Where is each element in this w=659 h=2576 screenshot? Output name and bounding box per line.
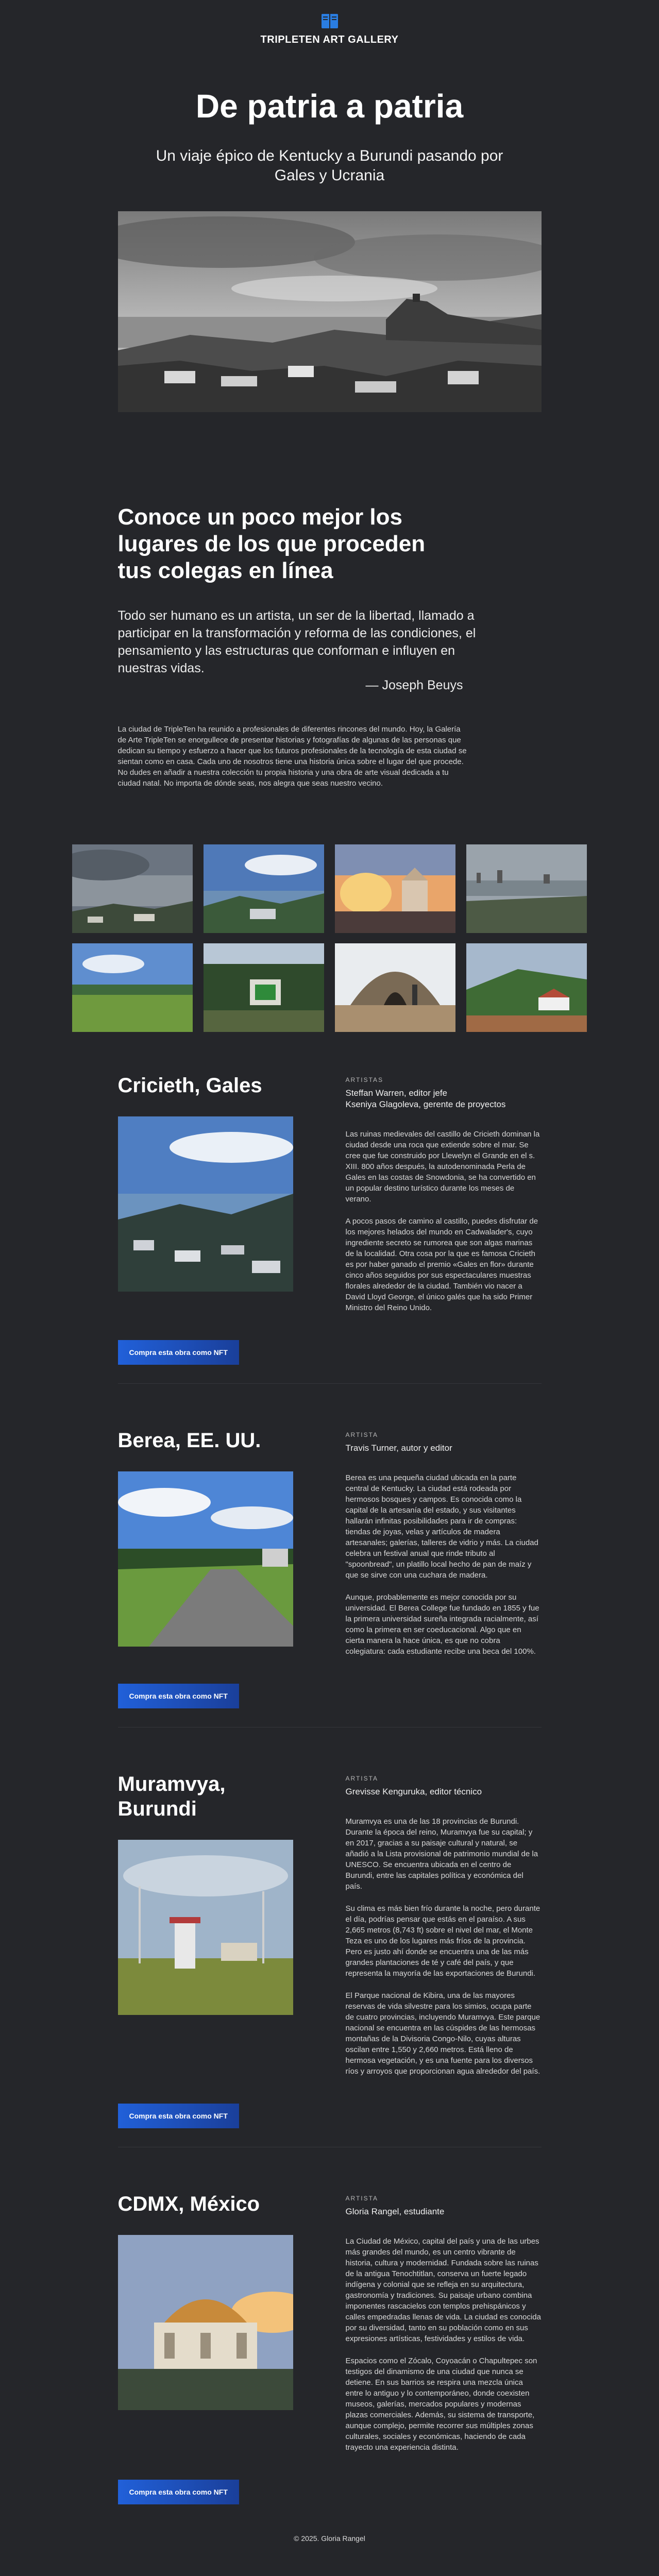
artist-name: Kseniya Glagoleva, gerente de proyectos <box>345 1099 506 1109</box>
place-title: CDMX, México <box>117 2193 260 2215</box>
artists-label: ARTISTAS <box>345 1076 384 1083</box>
gallery-thumb-sunset-church[interactable] <box>334 844 455 933</box>
place-paragraph: El Parque nacional de Kibira, una de las… <box>345 1991 540 2076</box>
intro-title: Conoce un poco mejor los lugares de los … <box>117 504 426 583</box>
artist-name: Steffan Warren, editor jefe <box>345 1088 448 1098</box>
place-cricieth: Cricieth, Gales ARTISTAS Steffan Warren,… <box>117 1032 542 1313</box>
buy-nft-button[interactable]: Compra esta obra como NFT <box>117 2104 239 2128</box>
photo-gallery <box>72 844 587 1032</box>
place-paragraph: Las ruinas medievales del castillo de Cr… <box>345 1130 540 1204</box>
hero-image <box>117 211 542 412</box>
place-image-cricieth <box>117 1116 293 1292</box>
site-title: TRIPLETEN ART GALLERY <box>260 33 399 45</box>
place-berea: Berea, EE. UU. ARTISTA Travis Turner, au… <box>117 1384 542 1657</box>
place-image-berea <box>117 1471 293 1647</box>
hero-section: De patria a patria Un viaje épico de Ken… <box>117 52 542 412</box>
artists-label: ARTISTA <box>345 1431 379 1438</box>
artist-name: Grevisse Kenguruka, editor técnico <box>345 1787 482 1797</box>
place-cdmx: CDMX, México ARTISTA Gloria Rangel, estu… <box>117 2147 542 2453</box>
gallery-thumb-cricieth-sea[interactable] <box>72 844 193 933</box>
gallery-thumb-hillside[interactable] <box>466 943 587 1032</box>
buy-nft-button[interactable]: Compra esta obra como NFT <box>117 1340 239 1365</box>
buy-nft-button[interactable]: Compra esta obra como NFT <box>117 1684 239 1708</box>
gallery-thumb-cricieth-bay[interactable] <box>203 844 324 933</box>
artists-label: ARTISTA <box>345 1775 379 1782</box>
place-paragraph: Espacios como el Zócalo, Coyoacán o Chap… <box>345 2357 537 2452</box>
place-paragraph: Berea es una pequeña ciudad ubicada en l… <box>345 1473 538 1580</box>
gallery-thumb-field[interactable] <box>72 943 193 1032</box>
gallery-thumb-green-gate[interactable] <box>203 943 324 1032</box>
place-paragraph: Aunque, probablemente es mejor conocida … <box>345 1593 539 1656</box>
page: TRIPLETEN ART GALLERY De patria a patria… <box>0 0 659 2553</box>
hero-subtitle: Un viaje épico de Kentucky a Burundi pas… <box>156 147 503 184</box>
place-title: Cricieth, Gales <box>117 1074 262 1097</box>
place-muramvya: Muramvya, Burundi ARTISTA Grevisse Kengu… <box>117 1727 542 2077</box>
gallery-book-icon <box>321 13 338 28</box>
place-title: Berea, EE. UU. <box>117 1429 261 1452</box>
place-image-muramvya <box>117 1840 293 2015</box>
quote-text: Todo ser humano es un artista, un ser de… <box>117 608 476 675</box>
site-footer: © 2025. Gloria Rangel <box>0 2504 659 2553</box>
artist-name: Gloria Rangel, estudiante <box>345 2207 445 2216</box>
intro-text: La ciudad de TripleTen ha reunido a prof… <box>117 725 467 788</box>
place-paragraph: Su clima es más bien frío durante la noc… <box>345 1904 540 1978</box>
artists-label: ARTISTA <box>345 2195 379 2202</box>
site-header: TRIPLETEN ART GALLERY <box>0 0 659 52</box>
artist-name: Travis Turner, autor y editor <box>345 1443 452 1453</box>
place-paragraph: Muramvya es una de las 18 provincias de … <box>345 1817 538 1891</box>
footer-copyright: © 2025. Gloria Rangel <box>294 2534 365 2543</box>
intro-section: Conoce un poco mejor los lugares de los … <box>118 412 542 789</box>
place-paragraph: La Ciudad de México, capital del país y … <box>345 2237 541 2343</box>
quote-author: — Joseph Beuys <box>365 678 463 692</box>
buy-nft-button[interactable]: Compra esta obra como NFT <box>117 2480 239 2504</box>
gallery-thumb-city-river[interactable] <box>466 844 587 933</box>
place-paragraph: A pocos pasos de camino al castillo, pue… <box>345 1217 538 1312</box>
place-title: Muramvya, Burundi <box>117 1773 226 1820</box>
place-image-cdmx <box>117 2235 293 2410</box>
hero-title: De patria a patria <box>195 88 464 125</box>
gallery-thumb-hut[interactable] <box>334 943 455 1032</box>
